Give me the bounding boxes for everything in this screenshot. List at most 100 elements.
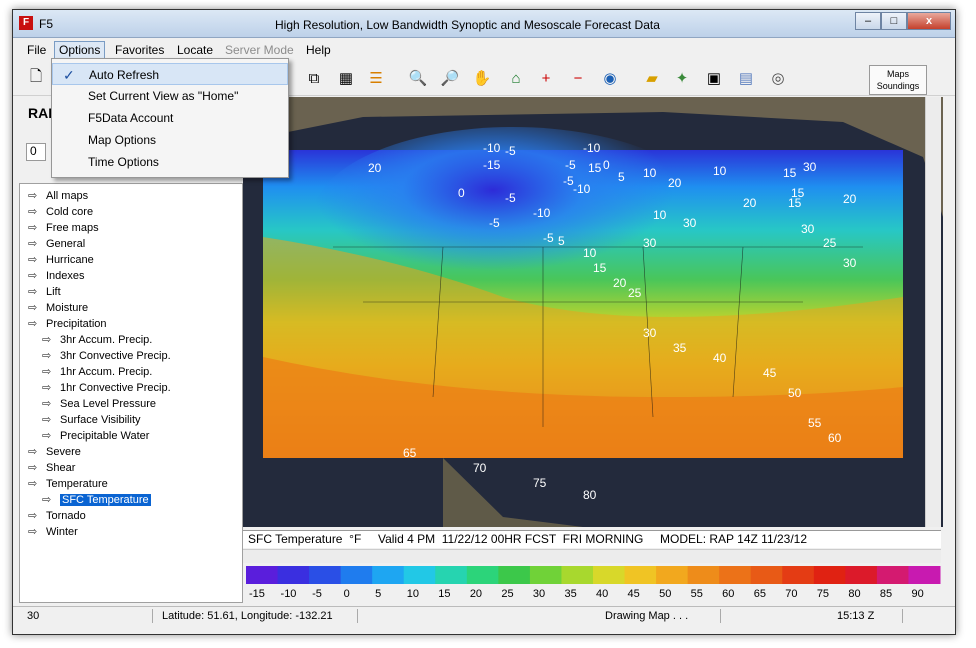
temperature-label: 5 bbox=[558, 234, 565, 248]
globe-icon[interactable]: ◉ bbox=[597, 65, 623, 91]
temperature-label: -5 bbox=[543, 231, 554, 245]
legend-tick-label: 0 bbox=[344, 588, 350, 600]
tree-item[interactable]: ⇨ Moisture bbox=[28, 300, 88, 316]
tree-item-label: 1hr Convective Precip. bbox=[60, 382, 171, 394]
tree-item[interactable]: ⇨ Temperature bbox=[28, 476, 108, 492]
tree-item-label: Winter bbox=[46, 526, 78, 538]
map-image-icon[interactable]: ▦ bbox=[333, 65, 359, 91]
satellite-icon[interactable]: ✦ bbox=[669, 65, 695, 91]
weather-map[interactable]: -10 -5 -10 -15 -5 0 5 10 -5 -10 15 10 20 20 10 30 15 15 20… bbox=[243, 97, 943, 527]
tree-item-label: 1hr Accum. Precip. bbox=[60, 366, 153, 378]
menu-item-set-home[interactable]: Set Current View as "Home" bbox=[52, 85, 288, 107]
legend-swatch bbox=[435, 566, 468, 584]
tree-item[interactable]: ⇨ Surface Visibility bbox=[42, 412, 141, 428]
legend-swatch bbox=[561, 566, 594, 584]
overlay-icon[interactable]: ▰ bbox=[639, 65, 665, 91]
menu-options[interactable]: Options bbox=[54, 41, 106, 59]
tree-item-label: Precipitable Water bbox=[60, 430, 150, 442]
temperature-label: 15 bbox=[783, 166, 797, 180]
legend-tick-label: 70 bbox=[785, 588, 797, 600]
close-button[interactable]: x bbox=[907, 12, 951, 30]
tree-item[interactable]: ⇨ Indexes bbox=[28, 268, 85, 284]
tree-item[interactable]: ⇨ Precipitation bbox=[28, 316, 107, 332]
temperature-label: 25 bbox=[823, 236, 837, 250]
tree-item[interactable]: ⇨ Lift bbox=[28, 284, 61, 300]
tree-item[interactable]: ⇨ Precipitable Water bbox=[42, 428, 149, 444]
legend-tick-label: 75 bbox=[817, 588, 829, 600]
tree-item-label: Surface Visibility bbox=[60, 414, 141, 426]
arrow-icon: ⇨ bbox=[28, 222, 38, 234]
calculator-icon[interactable]: ▤ bbox=[733, 65, 759, 91]
tree-item[interactable]: ⇨ Winter bbox=[28, 524, 78, 540]
tree-item[interactable]: ⇨ Severe bbox=[28, 444, 81, 460]
temperature-label: 20 bbox=[368, 161, 382, 175]
legend-swatch bbox=[782, 566, 815, 584]
legend-swatch bbox=[845, 566, 878, 584]
arrow-icon: ⇨ bbox=[42, 398, 52, 410]
tree-item[interactable]: ⇨ General bbox=[28, 236, 85, 252]
tree-item[interactable]: ⇨ SFC Temperature bbox=[42, 492, 151, 508]
tree-item[interactable]: ⇨ 1hr Accum. Precip. bbox=[42, 364, 152, 380]
legend-swatch bbox=[372, 566, 405, 584]
zoom-in-icon[interactable]: + bbox=[533, 65, 559, 91]
menu-item-auto-refresh[interactable]: ✓ Auto Refresh bbox=[52, 63, 288, 85]
tree-item-label: 3hr Convective Precip. bbox=[60, 350, 171, 362]
menu-item-map-options[interactable]: Map Options bbox=[52, 129, 288, 151]
status-message: Drawing Map . . . bbox=[601, 609, 721, 623]
legend-tick-label: 85 bbox=[880, 588, 892, 600]
temperature-label: 55 bbox=[808, 416, 822, 430]
temperature-label: 70 bbox=[473, 461, 487, 475]
zoom-window-icon[interactable]: 🔎 bbox=[437, 65, 463, 91]
maximize-button[interactable]: □ bbox=[881, 12, 907, 30]
menu-item-time-options[interactable]: Time Options bbox=[52, 151, 288, 173]
menu-favorites[interactable]: Favorites bbox=[115, 43, 164, 57]
menu-bar: File Options Favorites Locate Server Mod… bbox=[13, 40, 955, 60]
minimize-button[interactable]: – bbox=[855, 12, 881, 30]
temperature-label: 30 bbox=[643, 326, 657, 340]
temperature-label: -15 bbox=[483, 158, 501, 172]
menu-item-account[interactable]: F5Data Account bbox=[52, 107, 288, 129]
legend-tick-label: 25 bbox=[501, 588, 513, 600]
menu-locate[interactable]: Locate bbox=[177, 43, 213, 57]
tree-item[interactable]: ⇨ Sea Level Pressure bbox=[42, 396, 156, 412]
map-vertical-scrollbar[interactable] bbox=[925, 97, 941, 527]
tree-item[interactable]: ⇨ Free maps bbox=[28, 220, 99, 236]
pan-hand-icon[interactable]: ✋ bbox=[469, 65, 495, 91]
legend-tick-label: 15 bbox=[438, 588, 450, 600]
temperature-label: 35 bbox=[673, 341, 687, 355]
tree-item[interactable]: ⇨ Tornado bbox=[28, 508, 86, 524]
new-map-icon[interactable]: 🗋 bbox=[23, 65, 49, 91]
legend-tick-label: -10 bbox=[281, 588, 297, 600]
tree-item[interactable]: ⇨ 1hr Convective Precip. bbox=[42, 380, 171, 396]
arrow-icon: ⇨ bbox=[28, 270, 38, 282]
radar-icon[interactable]: ▣ bbox=[701, 65, 727, 91]
status-time: 15:13 Z bbox=[833, 609, 903, 623]
tree-item[interactable]: ⇨ 3hr Convective Precip. bbox=[42, 348, 171, 364]
options-dropdown-menu: ✓ Auto Refresh Set Current View as "Home… bbox=[51, 58, 289, 178]
map-horizontal-scrollbar[interactable] bbox=[243, 549, 941, 563]
home-icon[interactable]: ⌂ bbox=[503, 65, 529, 91]
tree-item[interactable]: ⇨ Hurricane bbox=[28, 252, 94, 268]
copy-icon[interactable]: ⧉ bbox=[301, 65, 327, 91]
arrow-icon: ⇨ bbox=[28, 478, 38, 490]
temperature-label: -10 bbox=[483, 141, 501, 155]
forecast-hour-field[interactable]: 0 bbox=[26, 143, 46, 161]
title-bar[interactable]: F F5 High Resolution, Low Bandwidth Syno… bbox=[13, 10, 955, 38]
tree-item[interactable]: ⇨ 3hr Accum. Precip. bbox=[42, 332, 152, 348]
maps-soundings-toggle[interactable]: Maps Soundings bbox=[869, 65, 927, 95]
legend-swatch bbox=[466, 566, 499, 584]
hurricane-icon[interactable]: ◎ bbox=[765, 65, 791, 91]
zoom-out-icon[interactable]: − bbox=[565, 65, 591, 91]
legend-swatch bbox=[813, 566, 846, 584]
legend-swatch bbox=[624, 566, 657, 584]
zoom-icon[interactable]: 🔍 bbox=[405, 65, 431, 91]
tree-item[interactable]: ⇨ Cold core bbox=[28, 204, 93, 220]
layers-icon[interactable]: ☰ bbox=[363, 65, 389, 91]
legend-swatch bbox=[309, 566, 342, 584]
temperature-label: 5 bbox=[618, 170, 625, 184]
tree-item[interactable]: ⇨ All maps bbox=[28, 188, 88, 204]
tree-item[interactable]: ⇨ Shear bbox=[28, 460, 75, 476]
temperature-label: -5 bbox=[505, 191, 516, 205]
menu-file[interactable]: File bbox=[27, 43, 46, 57]
menu-help[interactable]: Help bbox=[306, 43, 331, 57]
